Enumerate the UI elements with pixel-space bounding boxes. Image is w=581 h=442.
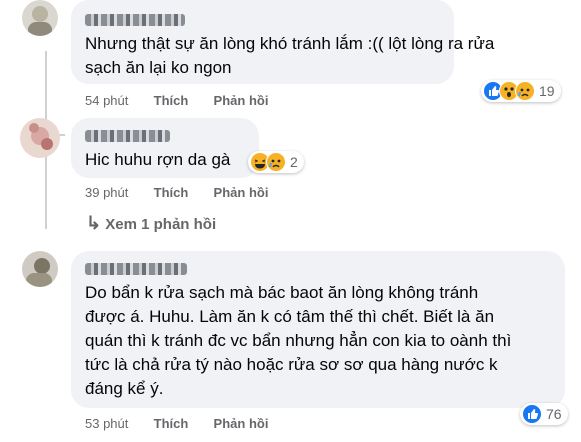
reply-button[interactable]: Phản hồi: [214, 93, 269, 108]
comment-time[interactable]: 53 phút: [85, 416, 128, 431]
avatar[interactable]: [20, 118, 60, 158]
like-button[interactable]: Thích: [154, 93, 189, 108]
comment-text-line: được á. Huhu. Làm ăn k có tâm thế thì ch…: [85, 307, 495, 326]
comment-time[interactable]: 54 phút: [85, 93, 128, 108]
view-replies-label: Xem 1 phản hồi: [105, 216, 217, 233]
reaction-count: 19: [539, 83, 555, 99]
comment-actions: 53 phút Thích Phản hồi: [85, 416, 268, 431]
comment-text-line: quán thì k tránh đc vc bẩn nhưng hẳn con…: [85, 331, 512, 350]
comment-text-line: đáng kể ý.: [85, 379, 164, 398]
reply-button[interactable]: Phản hồi: [214, 185, 269, 200]
view-replies-link[interactable]: ↳ Xem 1 phản hồi: [86, 213, 216, 234]
reply-button[interactable]: Phản hồi: [214, 416, 269, 431]
comment-actions: 54 phút Thích Phản hồi: [85, 93, 268, 108]
comment-author[interactable]: [85, 263, 187, 275]
reaction-summary[interactable]: 76: [520, 403, 568, 425]
comment-text-line: tức là chả rửa tý nào hoặc rửa sơ sơ qua…: [85, 355, 498, 374]
reaction-count: 76: [546, 406, 562, 422]
avatar[interactable]: [22, 251, 58, 287]
reaction-summary[interactable]: 19: [481, 80, 561, 102]
sad-icon: [266, 152, 286, 172]
comment-time[interactable]: 39 phút: [85, 185, 128, 200]
like-button[interactable]: Thích: [154, 185, 189, 200]
avatar[interactable]: [22, 0, 58, 36]
comment-author[interactable]: [85, 130, 170, 142]
sad-icon: [515, 81, 535, 101]
reaction-summary[interactable]: 2: [248, 151, 304, 173]
reaction-count: 2: [290, 154, 298, 170]
like-button[interactable]: Thích: [154, 416, 189, 431]
comment-text-line: Hic huhu rợn da gà: [85, 150, 231, 169]
comment-actions: 39 phút Thích Phản hồi: [85, 185, 268, 200]
comment-text-line: sạch ăn lại ko ngon: [85, 58, 232, 77]
comment-text-line: Do bẩn k rửa sạch mà bác baot ăn lòng kh…: [85, 283, 479, 302]
comment-text-line: Nhưng thật sự ăn lòng khó tránh lắm :(( …: [85, 34, 495, 53]
comment-author[interactable]: [85, 14, 185, 26]
reply-arrow-icon: ↳: [86, 213, 102, 233]
like-icon: [522, 404, 542, 424]
